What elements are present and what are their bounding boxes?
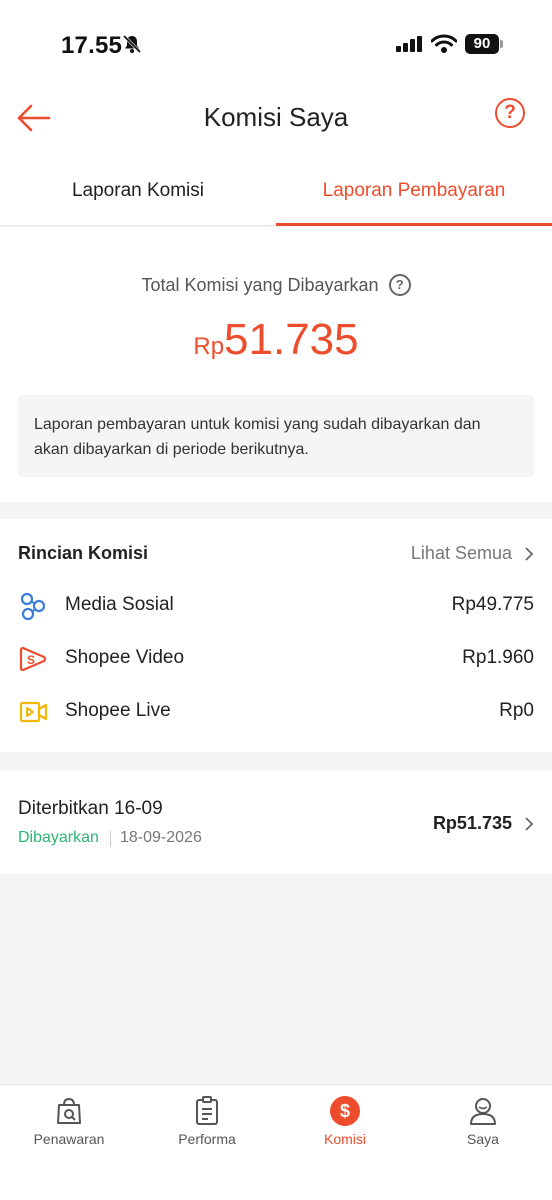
user-icon	[470, 1098, 496, 1125]
nav-label: Performa	[178, 1131, 236, 1147]
breakdown-name: Shopee Video	[65, 647, 185, 668]
cellular-signal-icon	[396, 36, 422, 52]
total-commission-card: Total Komisi yang Dibayarkan ? Rp51.735 …	[0, 227, 552, 502]
nav-label: Penawaran	[33, 1131, 105, 1147]
payout-amount-row: Rp51.735	[433, 813, 534, 834]
nav-label: Komisi	[323, 1131, 366, 1147]
breakdown-title: Rincian Komisi	[18, 543, 149, 563]
chevron-right-icon	[525, 816, 534, 831]
nav-penawaran[interactable]: Penawaran	[0, 1085, 138, 1200]
social-network-icon	[20, 592, 46, 621]
total-amount: Rp51.735	[0, 315, 552, 365]
tab-laporan-komisi[interactable]: Laporan Komisi	[0, 158, 276, 225]
clipboard-icon	[196, 1096, 218, 1125]
commission-breakdown: Rincian Komisi Lihat Semua Media Sosial …	[0, 519, 552, 752]
shopee-video-icon: S	[19, 646, 47, 672]
breakdown-name: Shopee Live	[65, 700, 171, 721]
shopee-live-icon	[19, 701, 48, 723]
payout-title: Diterbitkan 16-09	[18, 798, 163, 819]
nav-performa[interactable]: Performa	[138, 1085, 276, 1200]
total-currency: Rp	[193, 333, 225, 360]
breakdown-value: Rp49.775	[451, 594, 534, 615]
dollar-icon: $	[330, 1096, 360, 1126]
breakdown-row-media-sosial: Media Sosial Rp49.775	[0, 586, 552, 626]
battery-indicator: 90	[465, 34, 499, 54]
report-tabs: Laporan Komisi Laporan Pembayaran	[0, 158, 552, 226]
info-question-icon[interactable]: ?	[388, 274, 411, 296]
battery-tip	[500, 40, 503, 48]
page-title: Komisi Saya	[203, 102, 349, 132]
breakdown-value: Rp1.960	[462, 647, 534, 668]
app-header: Komisi Saya ?	[0, 86, 552, 158]
breakdown-value: Rp0	[499, 700, 534, 721]
see-all-label: Lihat Semua	[410, 543, 512, 563]
breakdown-row-shopee-live: Shopee Live Rp0	[0, 692, 552, 732]
breakdown-name: Media Sosial	[65, 594, 174, 615]
wifi-icon	[431, 34, 457, 53]
info-note: Laporan pembayaran untuk komisi yang sud…	[18, 395, 534, 477]
payout-date: 18-09-2026	[120, 829, 202, 846]
nav-komisi[interactable]: $ Komisi	[276, 1085, 414, 1200]
total-label-row: Total Komisi yang Dibayarkan ?	[0, 274, 552, 296]
total-label: Total Komisi yang Dibayarkan	[141, 274, 379, 295]
chevron-right-icon	[525, 546, 534, 561]
payout-divider	[110, 831, 111, 847]
bottom-navigation: Penawaran Performa $ Komisi Saya	[0, 1084, 552, 1200]
tab-laporan-pembayaran[interactable]: Laporan Pembayaran	[276, 158, 552, 226]
nav-saya[interactable]: Saya	[414, 1085, 552, 1200]
svg-text:S: S	[27, 653, 35, 667]
status-bar: 17.55 90	[0, 0, 552, 86]
see-all-link[interactable]: Lihat Semua	[411, 543, 534, 564]
help-question-icon[interactable]: ?	[495, 98, 525, 128]
offer-bag-icon	[57, 1097, 81, 1124]
status-time: 17.55	[61, 32, 123, 59]
breakdown-row-shopee-video: S Shopee Video Rp1.960	[0, 639, 552, 679]
nav-label: Saya	[467, 1131, 499, 1147]
payout-entry[interactable]: Diterbitkan 16-09 Dibayarkan 18-09-2026 …	[0, 771, 552, 874]
payout-status-badge: Dibayarkan	[18, 829, 99, 846]
bell-muted-icon	[122, 34, 142, 54]
payout-amount: Rp51.735	[432, 813, 512, 833]
total-value: 51.735	[224, 315, 359, 364]
